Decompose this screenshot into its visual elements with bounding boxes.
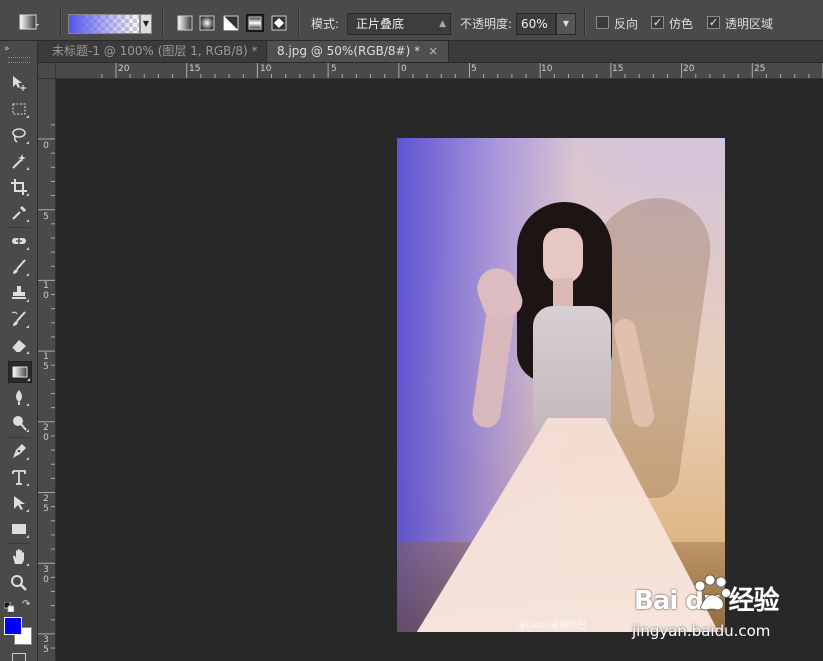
- dodge-tool-icon[interactable]: [8, 413, 30, 433]
- opacity-label: 不透明度:: [460, 17, 513, 31]
- select-arrows-icon: ▲: [439, 19, 446, 29]
- ruler-label: 30: [43, 565, 49, 585]
- lasso-tool-icon[interactable]: [8, 125, 30, 145]
- default-colors-icon[interactable]: [3, 601, 15, 613]
- foreground-color-swatch[interactable]: [4, 617, 22, 635]
- transparency-checkbox[interactable]: ✓: [707, 16, 720, 29]
- ruler-label: 25: [43, 494, 49, 514]
- diamond-gradient-icon[interactable]: [270, 14, 288, 32]
- ruler-label: 5: [471, 64, 477, 74]
- move-tool-icon[interactable]: [8, 73, 30, 93]
- close-icon[interactable]: ×: [428, 44, 438, 58]
- zoom-tool-icon[interactable]: [8, 573, 30, 593]
- hand-tool-icon[interactable]: [8, 547, 30, 567]
- brush-tool-icon[interactable]: [8, 257, 30, 277]
- swap-colors-icon[interactable]: ↷: [22, 599, 34, 611]
- linear-gradient-icon[interactable]: [176, 14, 194, 32]
- separator: [298, 8, 300, 36]
- transparency-label: 透明区域: [725, 17, 774, 31]
- dither-label: 仿色: [669, 17, 694, 31]
- collapse-panel-icon[interactable]: »: [4, 44, 9, 54]
- opacity-dropdown-icon[interactable]: ▼: [556, 13, 576, 35]
- opacity-input[interactable]: 60%: [516, 13, 556, 35]
- gradient-preset-icon[interactable]: [18, 12, 40, 34]
- blend-mode-value: 正片叠底: [356, 17, 405, 31]
- gradient-picker[interactable]: [68, 14, 140, 34]
- photo-dress-bodice: [533, 306, 611, 430]
- ruler-label: 0: [43, 141, 49, 151]
- history-brush-icon[interactable]: [8, 309, 30, 329]
- horizontal-ruler[interactable]: 20 15 10 5 0 5 10 15 20 25: [56, 63, 823, 79]
- tab-label: 8.jpg @ 50%(RGB/8#) *: [277, 44, 421, 58]
- toolbar-divider: [8, 543, 30, 544]
- eraser-icon[interactable]: [8, 335, 30, 355]
- ruler-origin[interactable]: [38, 63, 56, 79]
- quick-mask-icon[interactable]: [12, 653, 26, 661]
- ruler-label: 10: [541, 64, 553, 74]
- toolbar-divider: [8, 227, 30, 228]
- gradient-tool-icon[interactable]: [8, 361, 32, 383]
- ruler-label: 5: [331, 64, 337, 74]
- ruler-label: 15: [189, 64, 201, 74]
- separator: [60, 8, 62, 36]
- rectangle-tool-icon[interactable]: [8, 519, 30, 539]
- opacity-value: 60%: [521, 17, 548, 31]
- blend-mode-select[interactable]: 正片叠底 ▲: [347, 13, 451, 35]
- photo-neck: [553, 278, 573, 308]
- pen-tool-icon[interactable]: [8, 441, 30, 461]
- tab-untitled-1[interactable]: 未标题-1 @ 100% (图层 1, RGB/8) *×: [42, 41, 286, 62]
- options-bar: ▼ 模式: 正片叠底 ▲ 不透明度: 60% ▼ 反向 ✓ 仿色 ✓ 透明区域: [0, 0, 823, 41]
- ruler-label: 0: [401, 64, 407, 74]
- ruler-label: 5: [43, 212, 49, 222]
- reverse-checkbox[interactable]: [596, 16, 609, 29]
- reverse-label: 反向: [614, 17, 639, 31]
- separator: [584, 8, 586, 36]
- eyedropper-icon[interactable]: [8, 203, 30, 223]
- tab-label: 未标题-1 @ 100% (图层 1, RGB/8) *: [52, 44, 258, 58]
- baidu-jingyan-watermark: Bai du 经验 jingyan.baidu.com: [630, 568, 820, 648]
- ruler-label: 20: [118, 64, 130, 74]
- document-tab-bar: 未标题-1 @ 100% (图层 1, RGB/8) *× 8.jpg @ 50…: [38, 41, 823, 63]
- ruler-label: 15: [612, 64, 624, 74]
- reflected-gradient-icon[interactable]: [246, 14, 264, 32]
- photo-watermark: @Dear-迪丽热巴: [517, 621, 587, 631]
- ruler-label: 10: [43, 281, 49, 301]
- angle-gradient-icon[interactable]: [222, 14, 240, 32]
- baidu-site-url: jingyan.baidu.com: [632, 622, 771, 640]
- mode-label: 模式:: [311, 17, 340, 31]
- document-image[interactable]: @Dear-迪丽热巴: [397, 138, 725, 632]
- panel-grip[interactable]: [8, 57, 30, 63]
- crop-tool-icon[interactable]: [8, 177, 30, 197]
- radial-gradient-icon[interactable]: [198, 14, 216, 32]
- ruler-label: 20: [683, 64, 695, 74]
- photo-face: [543, 228, 583, 284]
- tab-8-jpg[interactable]: 8.jpg @ 50%(RGB/8#) * ×: [266, 41, 450, 62]
- ruler-label: 20: [43, 423, 49, 443]
- toolbar-divider: [8, 437, 30, 438]
- tools-panel: » ↷: [0, 41, 38, 661]
- ruler-label: 15: [43, 352, 49, 372]
- clone-stamp-icon[interactable]: [8, 283, 30, 303]
- ruler-label: 10: [260, 64, 272, 74]
- dither-checkbox[interactable]: ✓: [651, 16, 664, 29]
- healing-brush-icon[interactable]: [8, 231, 30, 251]
- gradient-dropdown-icon[interactable]: ▼: [140, 14, 152, 34]
- ruler-label: 25: [754, 64, 766, 74]
- path-selection-icon[interactable]: [8, 493, 30, 513]
- type-tool-icon[interactable]: [8, 467, 30, 487]
- separator: [162, 8, 164, 36]
- blur-tool-icon[interactable]: [8, 387, 30, 407]
- magic-wand-icon[interactable]: [8, 151, 30, 171]
- marquee-tool-icon[interactable]: [8, 99, 30, 119]
- vertical-ruler[interactable]: 0 5 10 15 20 25 30 35: [38, 79, 56, 661]
- ruler-label: 35: [43, 635, 49, 655]
- baidu-paw-icon: [694, 574, 731, 611]
